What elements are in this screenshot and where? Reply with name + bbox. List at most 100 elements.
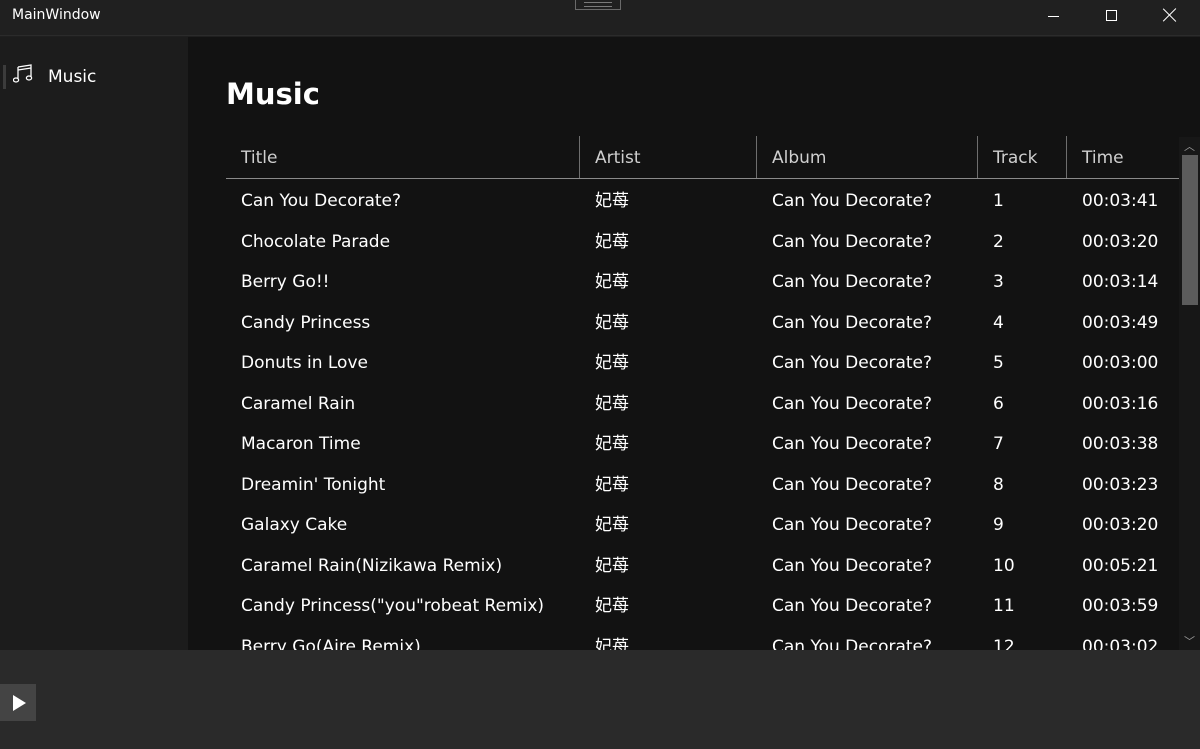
cell-time: 00:03:20 [1082, 515, 1159, 535]
cell-artist: 妃苺 [595, 191, 629, 211]
cell-time: 00:03:23 [1082, 474, 1159, 495]
music-table: Title Artist Album Track Time Can You De… [226, 136, 1180, 650]
cell-artist: 妃苺 [595, 555, 629, 576]
column-header-album[interactable]: Album [756, 136, 977, 178]
sidebar-item-music[interactable]: Music [0, 59, 188, 95]
cell-time: 00:03:49 [1082, 312, 1159, 333]
table-row[interactable]: Candy Princess("you"robeat Remix) 妃苺 Can… [226, 585, 1180, 625]
cell-artist: 妃苺 [595, 434, 629, 454]
selection-indicator [3, 65, 6, 89]
title-bar-grip[interactable] [575, 0, 621, 10]
table-row[interactable]: Macaron Time 妃苺 Can You Decorate? 7 00:0… [226, 423, 1180, 463]
cell-track: 9 [993, 515, 1004, 535]
close-icon [1163, 8, 1177, 22]
cell-artist: 妃苺 [595, 231, 629, 252]
table-row[interactable]: Galaxy Cake 妃苺 Can You Decorate? 9 00:03… [226, 504, 1180, 544]
cell-title: Berry Go(Aire Remix) [241, 636, 421, 651]
cell-title: Can You Decorate? [241, 191, 402, 211]
vertical-scrollbar[interactable]: ︿ ﹀ [1179, 137, 1200, 650]
column-header-artist[interactable]: Artist [579, 136, 756, 178]
music-notes-icon [13, 64, 33, 83]
cell-artist: 妃苺 [595, 353, 629, 373]
sidebar-item-label: Music [48, 67, 97, 87]
player-bar [0, 650, 1200, 749]
cell-album: Can You Decorate? [772, 474, 933, 495]
cell-time: 00:03:02 [1082, 636, 1159, 651]
play-button[interactable] [0, 684, 36, 721]
maximize-icon [1105, 9, 1117, 21]
cell-track: 5 [993, 353, 1004, 373]
cell-album: Can You Decorate? [772, 272, 933, 292]
minimize-button[interactable] [1024, 0, 1082, 30]
table-row[interactable]: Dreamin' Tonight 妃苺 Can You Decorate? 8 … [226, 464, 1180, 504]
page-title: Music [226, 77, 320, 111]
cell-album: Can You Decorate? [772, 393, 933, 414]
table-row[interactable]: Can You Decorate? 妃苺 Can You Decorate? 1… [226, 180, 1180, 220]
cell-track: 8 [993, 474, 1004, 495]
cell-time: 00:03:20 [1082, 231, 1159, 252]
table-header: Title Artist Album Track Time [226, 136, 1180, 179]
cell-track: 2 [993, 231, 1004, 252]
maximize-button[interactable] [1082, 0, 1140, 30]
cell-track: 6 [993, 393, 1004, 414]
cell-album: Can You Decorate? [772, 312, 933, 333]
play-icon [13, 694, 26, 711]
table-row[interactable]: Berry Go!! 妃苺 Can You Decorate? 3 00:03:… [226, 261, 1180, 301]
scroll-thumb[interactable] [1182, 155, 1198, 305]
cell-album: Can You Decorate? [772, 434, 933, 454]
cell-artist: 妃苺 [595, 474, 629, 495]
scroll-down-arrow-icon[interactable]: ﹀ [1179, 632, 1200, 650]
table-row[interactable]: Chocolate Parade 妃苺 Can You Decorate? 2 … [226, 221, 1180, 261]
cell-track: 4 [993, 312, 1004, 333]
cell-artist: 妃苺 [595, 515, 629, 535]
cell-time: 00:03:14 [1082, 272, 1159, 292]
cell-title: Galaxy Cake [241, 515, 348, 535]
column-header-track[interactable]: Track [977, 136, 1066, 178]
cell-artist: 妃苺 [595, 393, 629, 414]
cell-time: 00:03:00 [1082, 353, 1159, 373]
cell-title: Dreamin' Tonight [241, 474, 386, 495]
cell-artist: 妃苺 [595, 596, 629, 616]
table-row[interactable]: Caramel Rain(Nizikawa Remix) 妃苺 Can You … [226, 545, 1180, 585]
cell-artist: 妃苺 [595, 312, 629, 333]
minimize-icon [1047, 15, 1059, 17]
sidebar: Music [0, 37, 188, 650]
cell-artist: 妃苺 [595, 272, 629, 292]
cell-title: Candy Princess [241, 312, 371, 333]
cell-title: Chocolate Parade [241, 231, 391, 252]
cell-track: 1 [993, 191, 1004, 211]
table-row[interactable]: Caramel Rain 妃苺 Can You Decorate? 6 00:0… [226, 383, 1180, 423]
cell-title: Berry Go!! [241, 272, 330, 292]
column-header-time[interactable]: Time [1066, 136, 1180, 178]
scroll-up-arrow-icon[interactable]: ︿ [1179, 137, 1200, 155]
cell-title: Caramel Rain(Nizikawa Remix) [241, 555, 503, 576]
cell-title: Candy Princess("you"robeat Remix) [241, 596, 545, 616]
cell-time: 00:05:21 [1082, 555, 1159, 576]
cell-track: 10 [993, 555, 1015, 576]
cell-title: Donuts in Love [241, 353, 368, 373]
cell-time: 00:03:16 [1082, 393, 1159, 414]
cell-album: Can You Decorate? [772, 636, 933, 651]
title-bar[interactable]: MainWindow [0, 0, 1200, 36]
cell-title: Macaron Time [241, 434, 361, 454]
cell-time: 00:03:41 [1082, 191, 1159, 211]
cell-artist: 妃苺 [595, 636, 629, 651]
window-title: MainWindow [12, 7, 101, 23]
column-header-title[interactable]: Title [226, 136, 579, 178]
cell-track: 7 [993, 434, 1004, 454]
close-button[interactable] [1141, 0, 1199, 30]
cell-track: 12 [993, 636, 1015, 651]
cell-track: 11 [993, 596, 1015, 616]
cell-album: Can You Decorate? [772, 596, 933, 616]
table-row[interactable]: Candy Princess 妃苺 Can You Decorate? 4 00… [226, 302, 1180, 342]
table-row[interactable]: Berry Go(Aire Remix) 妃苺 Can You Decorate… [226, 626, 1180, 651]
cell-title: Caramel Rain [241, 393, 356, 414]
main-window: MainWindow Music Music Title Artist Albu… [0, 0, 1200, 749]
table-row[interactable]: Donuts in Love 妃苺 Can You Decorate? 5 00… [226, 342, 1180, 382]
cell-album: Can You Decorate? [772, 555, 933, 576]
cell-track: 3 [993, 272, 1004, 292]
main-content: Music Title Artist Album Track Time Can … [188, 37, 1200, 650]
cell-album: Can You Decorate? [772, 231, 933, 252]
cell-album: Can You Decorate? [772, 353, 933, 373]
cell-album: Can You Decorate? [772, 191, 933, 211]
